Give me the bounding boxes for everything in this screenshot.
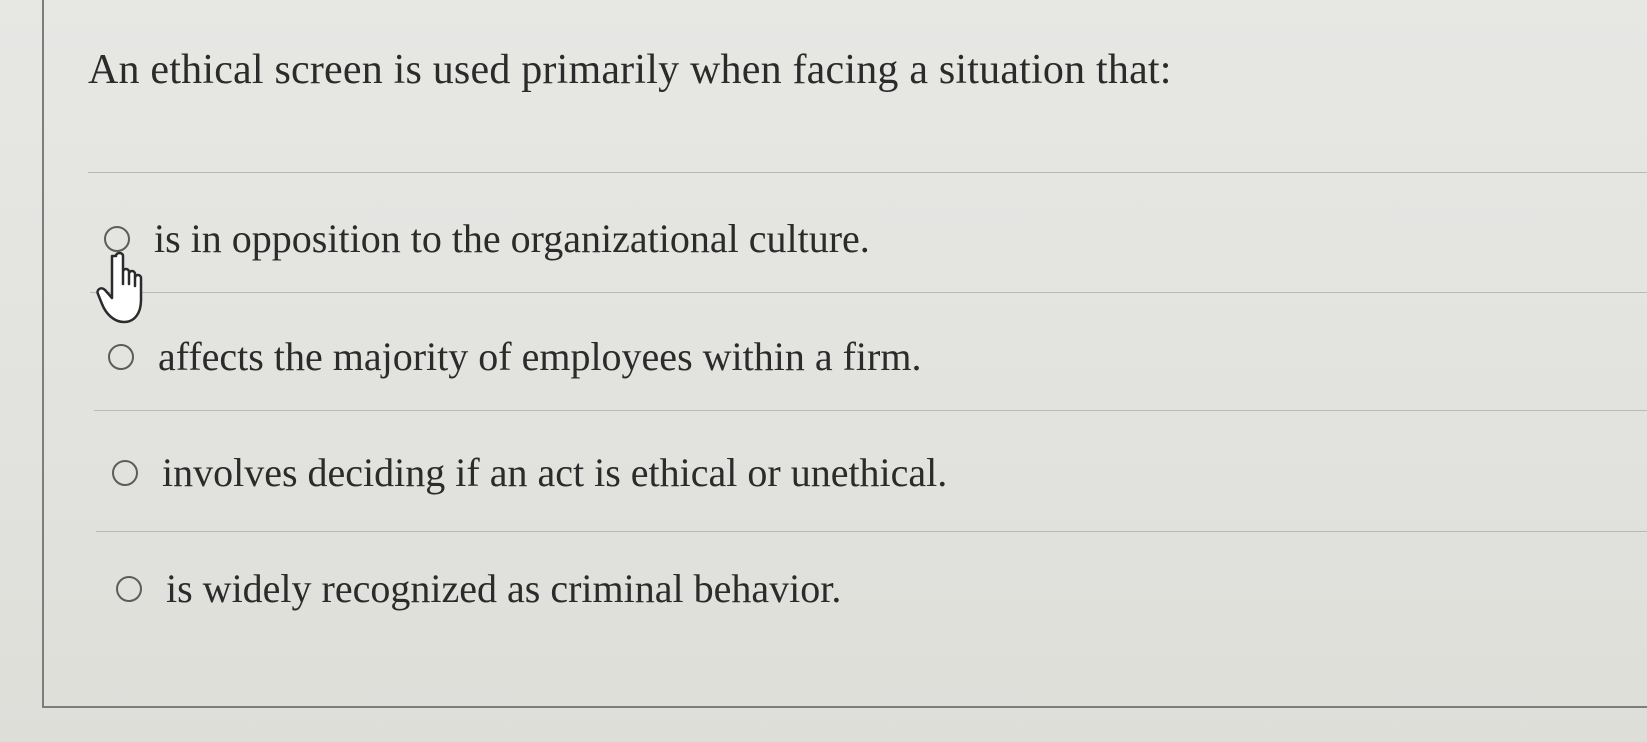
divider: [94, 410, 1647, 411]
answer-option-3-label: involves deciding if an act is ethical o…: [162, 450, 948, 495]
quiz-panel: An ethical screen is used primarily when…: [0, 0, 1647, 742]
divider: [90, 292, 1647, 293]
radio-button-3[interactable]: [112, 460, 138, 486]
question-text: An ethical screen is used primarily when…: [88, 47, 1172, 93]
answer-option-4[interactable]: is widely recognized as criminal behavio…: [116, 563, 841, 615]
divider: [96, 531, 1647, 532]
answer-option-1-label: is in opposition to the organizational c…: [154, 216, 870, 261]
answer-option-3[interactable]: involves deciding if an act is ethical o…: [112, 447, 947, 499]
radio-button-1[interactable]: [104, 226, 130, 252]
radio-button-2[interactable]: [108, 344, 134, 370]
radio-button-4[interactable]: [116, 576, 142, 602]
answer-option-4-label: is widely recognized as criminal behavio…: [166, 566, 842, 611]
answer-option-2-label: affects the majority of employees within…: [158, 334, 922, 379]
answer-option-1[interactable]: is in opposition to the organizational c…: [104, 213, 870, 265]
answer-option-2[interactable]: affects the majority of employees within…: [108, 331, 921, 383]
divider: [88, 172, 1647, 173]
